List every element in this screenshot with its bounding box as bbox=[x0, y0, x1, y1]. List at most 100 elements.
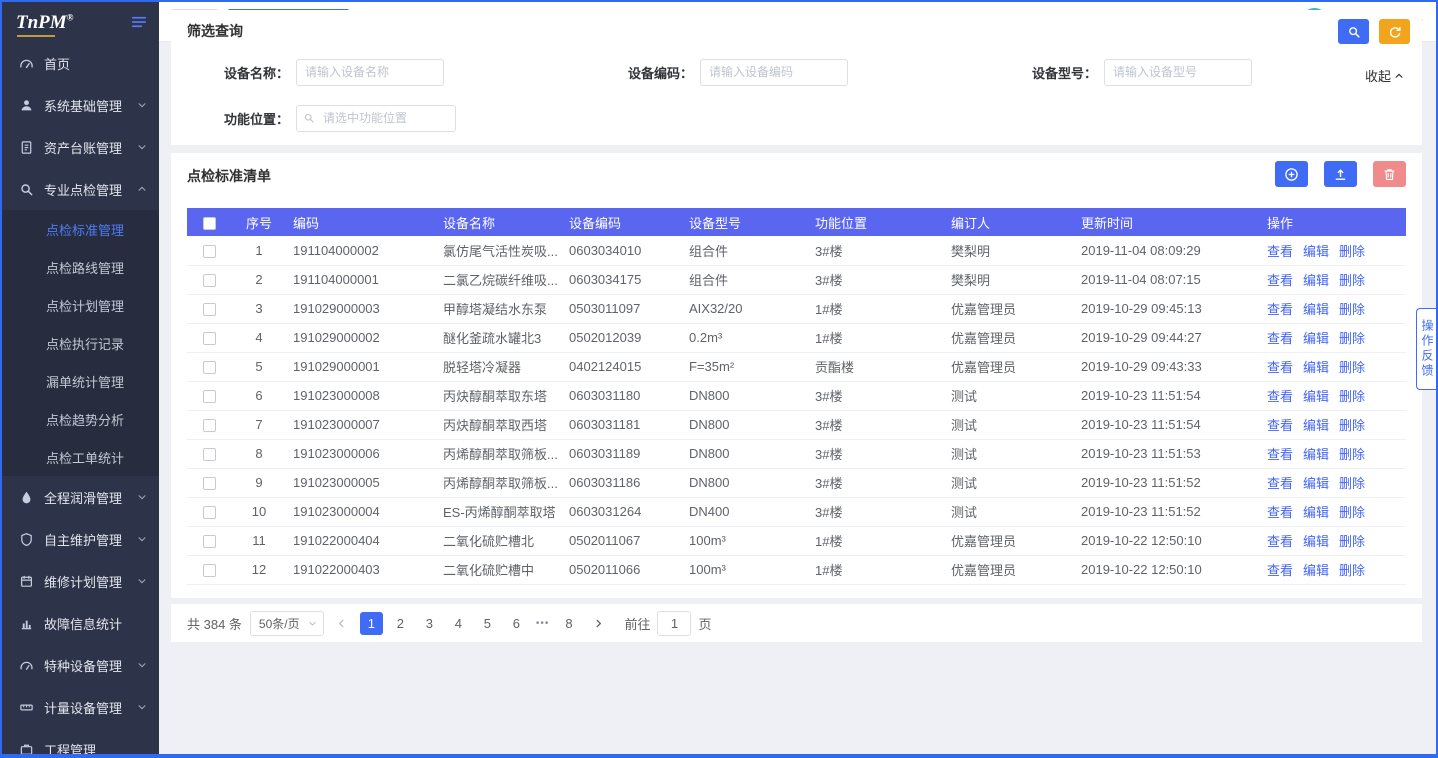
delete-link[interactable]: 删除 bbox=[1339, 447, 1365, 462]
sidebar-subitem-missed-order-stats[interactable]: 漏单统计管理 bbox=[2, 362, 159, 400]
goto-page-input[interactable] bbox=[657, 611, 691, 636]
edit-link[interactable]: 编辑 bbox=[1303, 360, 1329, 375]
delete-link[interactable]: 删除 bbox=[1339, 273, 1365, 288]
view-link[interactable]: 查看 bbox=[1267, 273, 1293, 288]
sidebar-item-system-base[interactable]: 系统基础管理 bbox=[2, 84, 159, 126]
delete-link[interactable]: 删除 bbox=[1339, 418, 1365, 433]
delete-link[interactable]: 删除 bbox=[1339, 302, 1365, 317]
device-model-input[interactable] bbox=[1104, 59, 1252, 86]
edit-link[interactable]: 编辑 bbox=[1303, 534, 1329, 549]
sidebar-subitem-inspection-plan[interactable]: 点检计划管理 bbox=[2, 286, 159, 324]
sidebar-item-self-maintenance[interactable]: 自主维护管理 bbox=[2, 518, 159, 560]
view-link[interactable]: 查看 bbox=[1267, 418, 1293, 433]
device-code-input[interactable] bbox=[700, 59, 848, 86]
edit-link[interactable]: 编辑 bbox=[1303, 447, 1329, 462]
delete-link[interactable]: 删除 bbox=[1339, 505, 1365, 520]
view-link[interactable]: 查看 bbox=[1267, 534, 1293, 549]
prev-page-button[interactable] bbox=[332, 612, 352, 635]
row-checkbox[interactable] bbox=[203, 390, 216, 403]
delete-link[interactable]: 删除 bbox=[1339, 389, 1365, 404]
row-checkbox[interactable] bbox=[203, 564, 216, 577]
view-link[interactable]: 查看 bbox=[1267, 505, 1293, 520]
edit-link[interactable]: 编辑 bbox=[1303, 331, 1329, 346]
view-link[interactable]: 查看 bbox=[1267, 244, 1293, 259]
view-link[interactable]: 查看 bbox=[1267, 302, 1293, 317]
column-header: 序号 bbox=[231, 208, 287, 236]
page-button-3[interactable]: 3 bbox=[418, 612, 441, 635]
sidebar-subitem-inspection-workorder[interactable]: 点检工单统计 bbox=[2, 438, 159, 476]
batch-delete-button[interactable] bbox=[1373, 161, 1406, 187]
delete-link[interactable]: 删除 bbox=[1339, 331, 1365, 346]
sidebar-subitem-inspection-standard[interactable]: 点检标准管理 bbox=[2, 210, 159, 248]
page-size-select[interactable]: 50条/页 bbox=[250, 611, 324, 636]
sidebar-item-fault-stats[interactable]: 故障信息统计 bbox=[2, 602, 159, 644]
view-link[interactable]: 查看 bbox=[1267, 331, 1293, 346]
more-pages-icon[interactable]: ••• bbox=[534, 618, 552, 629]
search-button[interactable] bbox=[1338, 19, 1369, 44]
row-checkbox[interactable] bbox=[203, 361, 216, 374]
delete-link[interactable]: 删除 bbox=[1339, 563, 1365, 578]
edit-link[interactable]: 编辑 bbox=[1303, 273, 1329, 288]
sidebar-item-home[interactable]: 首页 bbox=[2, 42, 159, 84]
page-button-4[interactable]: 4 bbox=[447, 612, 470, 635]
sidebar-subitem-inspection-record[interactable]: 点检执行记录 bbox=[2, 324, 159, 362]
row-checkbox[interactable] bbox=[203, 274, 216, 287]
table-cell: 0.2m³ bbox=[683, 323, 809, 352]
row-checkbox[interactable] bbox=[203, 506, 216, 519]
table-cell: 1#楼 bbox=[809, 294, 945, 323]
row-checkbox[interactable] bbox=[203, 419, 216, 432]
view-link[interactable]: 查看 bbox=[1267, 476, 1293, 491]
row-checkbox[interactable] bbox=[203, 245, 216, 258]
refresh-button[interactable] bbox=[1379, 19, 1410, 44]
sidebar-item-engineering[interactable]: 工程管理 bbox=[2, 728, 159, 754]
delete-link[interactable]: 删除 bbox=[1339, 476, 1365, 491]
row-checkbox-cell bbox=[187, 352, 231, 381]
page-button-1[interactable]: 1 bbox=[360, 612, 383, 635]
row-actions: 查看编辑删除 bbox=[1261, 323, 1406, 352]
row-checkbox[interactable] bbox=[203, 535, 216, 548]
row-checkbox[interactable] bbox=[203, 332, 216, 345]
select-all-checkbox[interactable] bbox=[203, 217, 216, 230]
page-button-8[interactable]: 8 bbox=[557, 612, 580, 635]
sidebar-subitem-inspection-route[interactable]: 点检路线管理 bbox=[2, 248, 159, 286]
pagination-bar: 共 384 条 50条/页 123456•••8 前往 页 bbox=[171, 604, 1422, 642]
table-cell: 191023000005 bbox=[287, 468, 437, 497]
edit-link[interactable]: 编辑 bbox=[1303, 389, 1329, 404]
view-link[interactable]: 查看 bbox=[1267, 389, 1293, 404]
edit-link[interactable]: 编辑 bbox=[1303, 505, 1329, 520]
row-checkbox[interactable] bbox=[203, 448, 216, 461]
sidebar-item-inspection[interactable]: 专业点检管理 bbox=[2, 168, 159, 210]
delete-link[interactable]: 删除 bbox=[1339, 360, 1365, 375]
column-header: 设备编码 bbox=[563, 208, 683, 236]
function-location-input[interactable] bbox=[296, 105, 456, 132]
row-checkbox[interactable] bbox=[203, 303, 216, 316]
feedback-tab[interactable]: 操作反馈 bbox=[1416, 308, 1436, 390]
sidebar-subitem-inspection-trend[interactable]: 点检趋势分析 bbox=[2, 400, 159, 438]
sidebar-item-lubrication[interactable]: 全程润滑管理 bbox=[2, 476, 159, 518]
sidebar-item-metering[interactable]: 计量设备管理 bbox=[2, 686, 159, 728]
table-cell: 2019-10-29 09:44:27 bbox=[1075, 323, 1261, 352]
next-page-button[interactable] bbox=[588, 612, 608, 635]
delete-link[interactable]: 删除 bbox=[1339, 244, 1365, 259]
edit-link[interactable]: 编辑 bbox=[1303, 302, 1329, 317]
edit-link[interactable]: 编辑 bbox=[1303, 563, 1329, 578]
edit-link[interactable]: 编辑 bbox=[1303, 476, 1329, 491]
page-button-2[interactable]: 2 bbox=[389, 612, 412, 635]
add-button[interactable] bbox=[1275, 161, 1308, 187]
page-button-6[interactable]: 6 bbox=[505, 612, 528, 635]
sidebar-item-special-equipment[interactable]: 特种设备管理 bbox=[2, 644, 159, 686]
delete-link[interactable]: 删除 bbox=[1339, 534, 1365, 549]
collapse-toggle[interactable]: 收起 bbox=[1365, 66, 1404, 85]
view-link[interactable]: 查看 bbox=[1267, 563, 1293, 578]
row-checkbox[interactable] bbox=[203, 477, 216, 490]
page-button-5[interactable]: 5 bbox=[476, 612, 499, 635]
menu-toggle-icon[interactable] bbox=[130, 13, 148, 31]
view-link[interactable]: 查看 bbox=[1267, 360, 1293, 375]
device-name-input[interactable] bbox=[296, 59, 444, 86]
view-link[interactable]: 查看 bbox=[1267, 447, 1293, 462]
upload-button[interactable] bbox=[1324, 161, 1357, 187]
edit-link[interactable]: 编辑 bbox=[1303, 244, 1329, 259]
sidebar-item-repair-plan[interactable]: 维修计划管理 bbox=[2, 560, 159, 602]
edit-link[interactable]: 编辑 bbox=[1303, 418, 1329, 433]
sidebar-item-asset-ledger[interactable]: 资产台账管理 bbox=[2, 126, 159, 168]
